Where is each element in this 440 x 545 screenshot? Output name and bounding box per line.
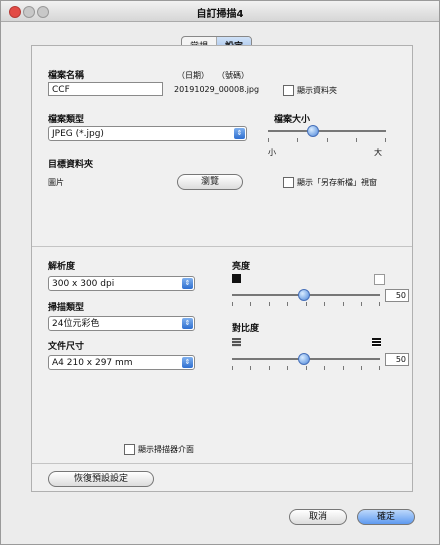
number-tag: （號碼） <box>217 71 249 80</box>
title-bar: 自訂掃描4 <box>1 1 439 22</box>
document-size-value: A4 210 x 297 mm <box>52 358 133 368</box>
show-save-as-checkbox[interactable] <box>283 177 294 188</box>
tick <box>287 302 288 306</box>
chevron-updown-icon: ⇕ <box>182 357 193 368</box>
show-scanner-interface-label: 顯示掃描器介面 <box>138 445 194 454</box>
date-tag: （日期） <box>177 71 209 80</box>
file-size-label: 檔案大小 <box>274 115 311 125</box>
show-scanner-interface-checkbox[interactable] <box>124 444 135 455</box>
chevron-updown-icon: ⇕ <box>182 278 193 289</box>
tick <box>361 302 362 306</box>
tick <box>268 138 269 142</box>
low-contrast-icon <box>232 338 241 347</box>
high-contrast-icon <box>372 338 381 347</box>
contrast-label: 對比度 <box>232 324 260 334</box>
file-type-value: JPEG (*.jpg) <box>52 129 104 139</box>
show-save-as-label: 顯示「另存新檔」視窗 <box>297 178 377 187</box>
scan-type-label: 掃描類型 <box>48 303 85 313</box>
file-name-input[interactable]: CCF <box>48 82 163 96</box>
tick <box>232 366 233 370</box>
tick <box>269 302 270 306</box>
contrast-ticks <box>232 366 380 370</box>
generated-file-name: 20191029_00008.jpg <box>174 85 260 94</box>
tick <box>379 366 380 370</box>
resolution-value: 300 x 300 dpi <box>52 279 115 289</box>
tick <box>269 366 270 370</box>
destination-folder-label: 目標資料夾 <box>48 160 94 170</box>
restore-defaults-button[interactable]: 恢復預設設定 <box>48 471 154 487</box>
brightness-ticks <box>232 302 380 306</box>
brightness-value-field[interactable]: 50 <box>385 289 409 302</box>
section-divider <box>32 246 412 247</box>
light-square-icon <box>374 274 385 285</box>
tick <box>343 366 344 370</box>
scan-type-select[interactable]: 24位元彩色 ⇕ <box>48 316 195 331</box>
document-size-select[interactable]: A4 210 x 297 mm ⇕ <box>48 355 195 370</box>
contrast-value-field[interactable]: 50 <box>385 353 409 366</box>
tick <box>306 302 307 306</box>
footer-divider <box>32 463 412 464</box>
tick <box>297 138 298 142</box>
chevron-updown-icon: ⇕ <box>182 318 193 329</box>
custom-scan-window: 自訂掃描4 常規 設定 檔案名稱 （日期） （號碼） CCF 20191029_… <box>0 0 440 545</box>
file-size-ticks <box>268 138 386 142</box>
tick <box>250 366 251 370</box>
resolution-label: 解析度 <box>48 262 76 272</box>
brightness-slider-thumb[interactable] <box>298 289 311 301</box>
destination-folder-value: 圖片 <box>48 178 64 187</box>
tick <box>324 302 325 306</box>
browse-button[interactable]: 瀏覽 <box>177 174 243 190</box>
resolution-select[interactable]: 300 x 300 dpi ⇕ <box>48 276 195 291</box>
chevron-updown-icon: ⇕ <box>234 128 245 139</box>
tick <box>327 138 328 142</box>
tick <box>324 366 325 370</box>
tick <box>361 366 362 370</box>
tick <box>356 138 357 142</box>
brightness-label: 亮度 <box>232 262 251 272</box>
file-size-slider-thumb[interactable] <box>306 125 319 137</box>
show-folder-checkbox[interactable] <box>283 85 294 96</box>
document-size-label: 文件尺寸 <box>48 342 85 352</box>
tick <box>379 302 380 306</box>
file-type-label: 檔案類型 <box>48 115 85 125</box>
contrast-slider-thumb[interactable] <box>298 353 311 365</box>
settings-panel: 檔案名稱 （日期） （號碼） CCF 20191029_00008.jpg 顯示… <box>31 45 413 492</box>
ok-button[interactable]: 確定 <box>357 509 415 525</box>
file-name-label: 檔案名稱 <box>48 71 85 81</box>
tick <box>232 302 233 306</box>
file-size-track <box>268 130 386 132</box>
tick <box>343 302 344 306</box>
show-folder-label: 顯示資料夾 <box>297 86 337 95</box>
file-type-select[interactable]: JPEG (*.jpg) ⇕ <box>48 126 247 141</box>
file-size-small-label: 小 <box>268 148 276 157</box>
tick <box>306 366 307 370</box>
tick <box>250 302 251 306</box>
dark-square-icon <box>232 274 241 283</box>
tick <box>287 366 288 370</box>
scan-type-value: 24位元彩色 <box>52 319 100 329</box>
window-title: 自訂掃描4 <box>196 9 244 20</box>
file-size-large-label: 大 <box>374 148 382 157</box>
cancel-button[interactable]: 取消 <box>289 509 347 525</box>
tick <box>385 138 386 142</box>
